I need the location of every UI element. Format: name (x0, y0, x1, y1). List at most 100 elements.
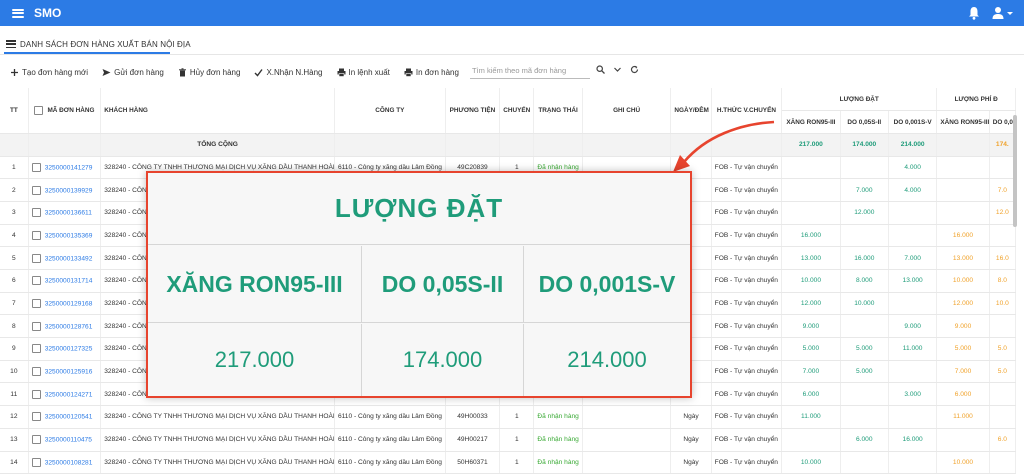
zoom-label-cell: DO 0,001S-V (524, 246, 690, 322)
cell-do0001: 13.000 (888, 269, 938, 293)
row-checkbox[interactable] (31, 457, 41, 467)
cell-fee-do005: 12.0 (989, 201, 1017, 225)
cell-fee-ron95: 13.000 (936, 246, 990, 270)
cell-order-code[interactable]: 3250000127325 (28, 337, 102, 361)
order-code-link[interactable]: 3250000124271 (45, 391, 93, 398)
cell-fee-do005 (989, 451, 1017, 474)
print-order-button[interactable]: In đơn hàng (404, 68, 459, 77)
zoom-label-cell: DO 0,05S-II (362, 246, 524, 322)
cell-fee-ron95: 12.000 (936, 292, 990, 316)
order-code-link[interactable]: 3250000110475 (45, 436, 92, 443)
bell-icon[interactable] (968, 6, 980, 20)
cell-order-code[interactable]: 3250000128761 (28, 314, 102, 339)
order-code-link[interactable]: 3250000127325 (45, 346, 93, 353)
order-code-link[interactable]: 3250000139929 (45, 187, 93, 194)
order-code-link[interactable]: 3250000108281 (45, 459, 93, 466)
cell-do005 (840, 405, 889, 429)
cell-order-code[interactable]: 3250000129168 (28, 292, 102, 316)
order-code-link[interactable]: 3250000129168 (45, 300, 93, 307)
cell-method: FOB - Tự vận chuyển (711, 292, 783, 316)
order-code-link[interactable]: 3250000136611 (45, 210, 92, 217)
cell-order-code[interactable]: 3250000135369 (28, 224, 102, 248)
order-code-link[interactable]: 3250000133492 (45, 255, 93, 262)
cell-company: 6110 - Công ty xăng dầu Lâm Đồng (334, 405, 446, 429)
cell-do0001: 4.000 (888, 156, 938, 180)
select-all-checkbox[interactable] (34, 105, 44, 115)
row-checkbox[interactable] (31, 367, 41, 377)
cell-order-code[interactable]: 3250000124271 (28, 382, 102, 407)
order-code-link[interactable]: 3250000120541 (45, 414, 93, 421)
search-input[interactable]: Tìm kiếm theo mã đơn hàng (470, 63, 590, 79)
cell-vehicle: 50H60371 (445, 451, 501, 474)
cell-tt: 3 (0, 201, 29, 225)
search-icon[interactable] (596, 65, 605, 74)
cell-daynight: Ngày (670, 451, 712, 474)
cell-order-code[interactable]: 3250000125916 (28, 360, 102, 384)
cell-daynight: Ngày (670, 405, 712, 429)
row-checkbox[interactable] (31, 253, 41, 263)
cell-fee-ron95: 11.000 (936, 405, 990, 429)
order-code-link[interactable]: 3250000135369 (45, 232, 93, 239)
cell-order-code[interactable]: 3250000108281 (28, 451, 102, 474)
chevron-down-icon[interactable] (613, 65, 622, 74)
cell-ron95: 11.000 (781, 405, 841, 429)
cell-do005: 7.000 (840, 178, 889, 202)
row-checkbox[interactable] (31, 230, 41, 240)
cell-do0001 (888, 201, 938, 225)
cell-fee-ron95 (936, 428, 990, 452)
confirm-receipt-button[interactable]: X.Nhận N.Hàng (254, 68, 323, 77)
col-tt: TT (0, 88, 29, 134)
user-icon[interactable] (992, 6, 1014, 20)
row-checkbox[interactable] (31, 344, 41, 354)
cell-fee-do005: 6.0 (989, 428, 1017, 452)
row-checkbox[interactable] (31, 299, 41, 309)
cell-method: FOB - Tự vận chuyển (711, 314, 783, 339)
order-code-link[interactable]: 3250000128761 (45, 323, 93, 330)
cell-tt: 9 (0, 337, 29, 361)
order-code-link[interactable]: 3250000125916 (45, 368, 93, 375)
row-checkbox[interactable] (31, 276, 41, 286)
table-row[interactable]: 12 3250000120541 328240 - CÔNG TY TNHH THƯ… (0, 405, 1017, 429)
row-checkbox[interactable] (31, 412, 41, 422)
cell-order-code[interactable]: 3250000141279 (28, 156, 102, 180)
row-checkbox[interactable] (31, 389, 41, 399)
table-row[interactable]: 14 3250000108281 328240 - CÔNG TY TNHH THƯ… (0, 451, 1017, 474)
order-code-link[interactable]: 3250000141279 (45, 164, 93, 171)
cancel-order-button[interactable]: Hủy đơn hàng (178, 68, 240, 77)
divider (0, 54, 1024, 55)
cell-do005: 5.000 (840, 337, 889, 361)
cell-fee-ron95: 9.000 (936, 314, 990, 339)
cell-order-code[interactable]: 3250000120541 (28, 405, 102, 429)
table-row[interactable]: 13 3250000110475 328240 - CÔNG TY TNHH THƯ… (0, 428, 1017, 452)
cell-order-code[interactable]: 3250000133492 (28, 246, 102, 270)
cell-trip: 1 (499, 451, 535, 474)
cell-do0001: 4.000 (888, 178, 938, 202)
cell-order-code[interactable]: 3250000139929 (28, 178, 102, 202)
cell-do005: 6.000 (840, 428, 889, 452)
cell-order-code[interactable]: 3250000110475 (28, 428, 102, 452)
cell-ron95: 13.000 (781, 246, 841, 270)
cell-fee-do005: 5.0 (989, 337, 1017, 361)
row-checkbox[interactable] (31, 162, 41, 172)
order-code-link[interactable]: 3250000131714 (45, 278, 93, 285)
cell-order-code[interactable]: 3250000136611 (28, 201, 102, 225)
cell-trip: 1 (499, 405, 535, 429)
page-title-tab[interactable]: DANH SÁCH ĐƠN HÀNG XUẤT BÁN NỘI ĐỊA (6, 36, 191, 52)
col-company: CÔNG TY (334, 88, 446, 134)
row-checkbox[interactable] (31, 208, 41, 218)
row-checkbox[interactable] (31, 185, 41, 195)
total-label: TỔNG CỘNG (100, 133, 335, 157)
zoom-title: LƯỢNG ĐẶT (148, 173, 690, 245)
create-order-button[interactable]: Tạo đơn hàng mới (10, 68, 88, 77)
col-code[interactable]: MÃ ĐƠN HÀNG (28, 88, 102, 134)
refresh-icon[interactable] (630, 65, 639, 74)
menu-icon[interactable] (12, 8, 24, 18)
send-order-button[interactable]: Gửi đơn hàng (102, 68, 164, 77)
print-export-button[interactable]: In lệnh xuất (337, 68, 390, 77)
row-checkbox[interactable] (31, 435, 41, 445)
row-checkbox[interactable] (31, 321, 41, 331)
vertical-scrollbar[interactable] (1013, 115, 1017, 227)
col-note: GHI CHÚ (582, 88, 672, 134)
zoom-label-do0001: DO 0,001S-V (538, 270, 676, 297)
cell-order-code[interactable]: 3250000131714 (28, 269, 102, 293)
